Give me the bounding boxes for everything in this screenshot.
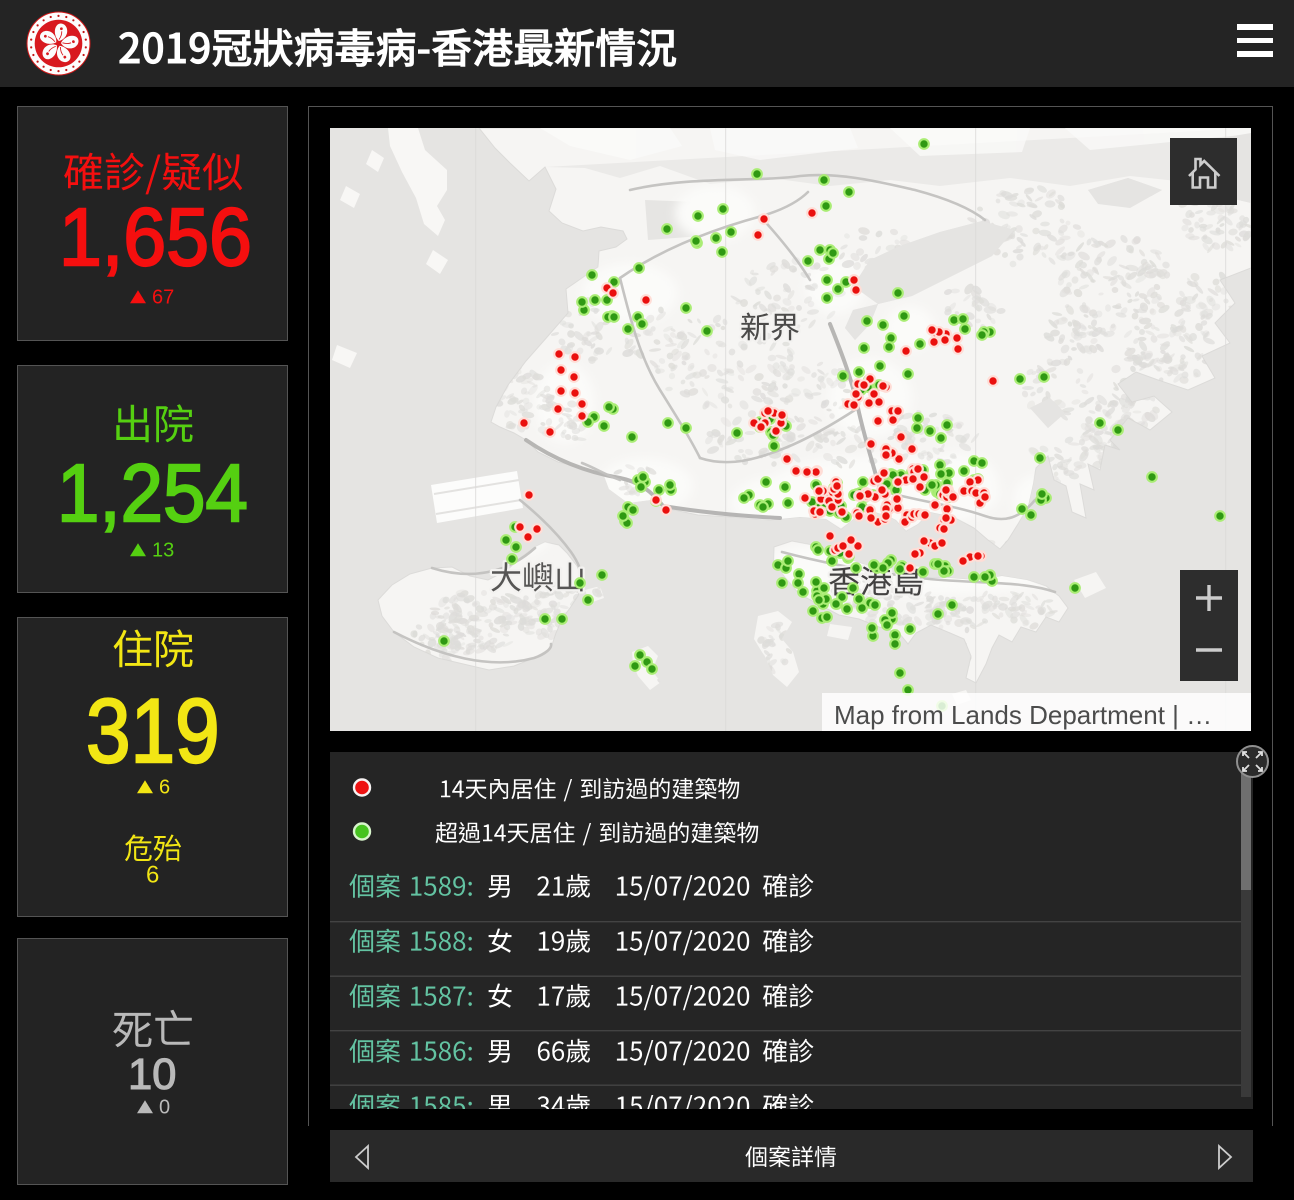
svg-text:67: 67 bbox=[152, 289, 174, 307]
svg-text:13: 13 bbox=[152, 542, 174, 560]
svg-text:0: 0 bbox=[159, 1099, 170, 1117]
svg-text:6: 6 bbox=[159, 779, 170, 797]
